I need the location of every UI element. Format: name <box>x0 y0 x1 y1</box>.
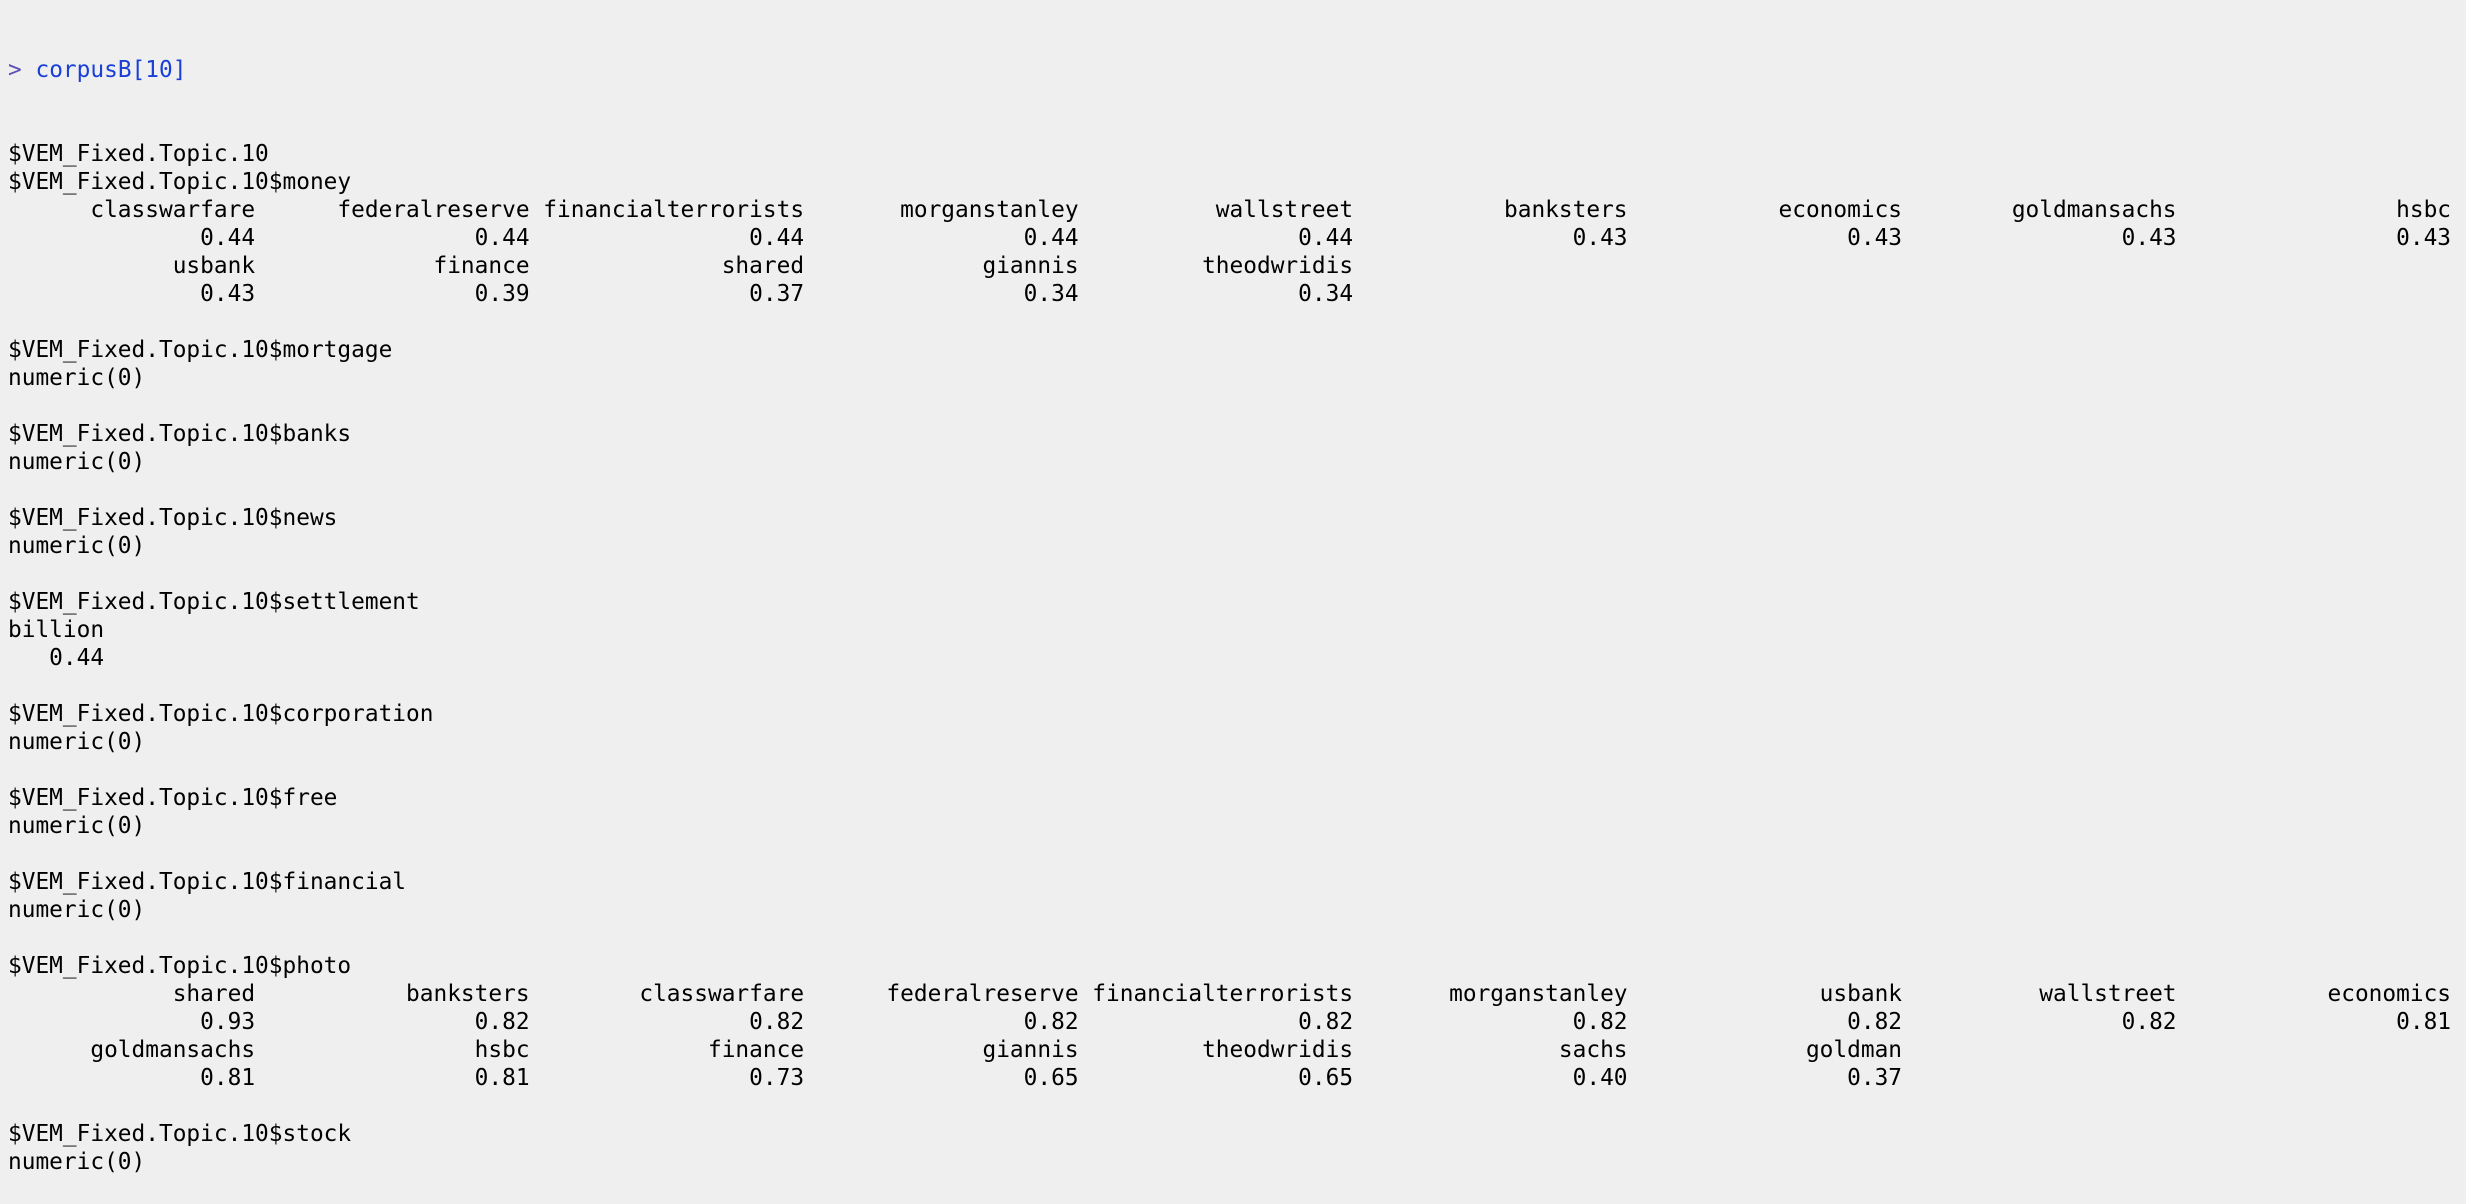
r-console-window: { "colors": { "background": "#efefef", "… <box>0 0 2466 1175</box>
output-line: billion <box>8 617 105 643</box>
console-output[interactable]: > corpusB[10] $VEM_Fixed.Topic.10 $VEM_Fi… <box>8 0 2458 1204</box>
output-line: numeric(0) <box>8 365 146 391</box>
output-line: $VEM_Fixed.Topic.10$stock <box>8 1121 352 1147</box>
output-line: goldmansachs hsbc finance giannis theodw… <box>8 1037 1903 1063</box>
output-line: $VEM_Fixed.Topic.10$settlement <box>8 589 420 615</box>
prompt-symbol: > <box>8 57 22 83</box>
output-line: shared banksters classwarfare federalres… <box>8 981 2452 1007</box>
output-block: $VEM_Fixed.Topic.10 $VEM_Fixed.Topic.10$m… <box>8 140 2458 1176</box>
output-line: $VEM_Fixed.Topic.10$banks <box>8 421 352 447</box>
output-line: $VEM_Fixed.Topic.10 <box>8 141 269 167</box>
output-line: numeric(0) <box>8 449 146 475</box>
output-line: $VEM_Fixed.Topic.10$photo <box>8 953 352 979</box>
output-line: numeric(0) <box>8 1149 146 1175</box>
output-line: $VEM_Fixed.Topic.10$free <box>8 785 338 811</box>
output-line: numeric(0) <box>8 897 146 923</box>
output-line: $VEM_Fixed.Topic.10$corporation <box>8 701 434 727</box>
output-line: 0.44 0.44 0.44 0.44 0.44 0.43 0.43 0.43 … <box>8 225 2452 251</box>
output-line: numeric(0) <box>8 533 146 559</box>
output-line: classwarfare federalreserve financialter… <box>8 197 2452 223</box>
command-text: corpusB[10] <box>35 57 187 83</box>
output-line: $VEM_Fixed.Topic.10$mortgage <box>8 337 393 363</box>
prompt-line: > corpusB[10] <box>8 56 2458 84</box>
output-line: numeric(0) <box>8 813 146 839</box>
output-line: 0.44 <box>8 645 105 671</box>
output-line: $VEM_Fixed.Topic.10$financial <box>8 869 407 895</box>
output-line: $VEM_Fixed.Topic.10$news <box>8 505 338 531</box>
output-line: numeric(0) <box>8 729 146 755</box>
output-line: 0.43 0.39 0.37 0.34 0.34 <box>8 281 1354 307</box>
output-line: 0.93 0.82 0.82 0.82 0.82 0.82 0.82 0.82 … <box>8 1009 2452 1035</box>
output-line: usbank finance shared giannis theodwridi… <box>8 253 1354 279</box>
output-line: $VEM_Fixed.Topic.10$money <box>8 169 352 195</box>
